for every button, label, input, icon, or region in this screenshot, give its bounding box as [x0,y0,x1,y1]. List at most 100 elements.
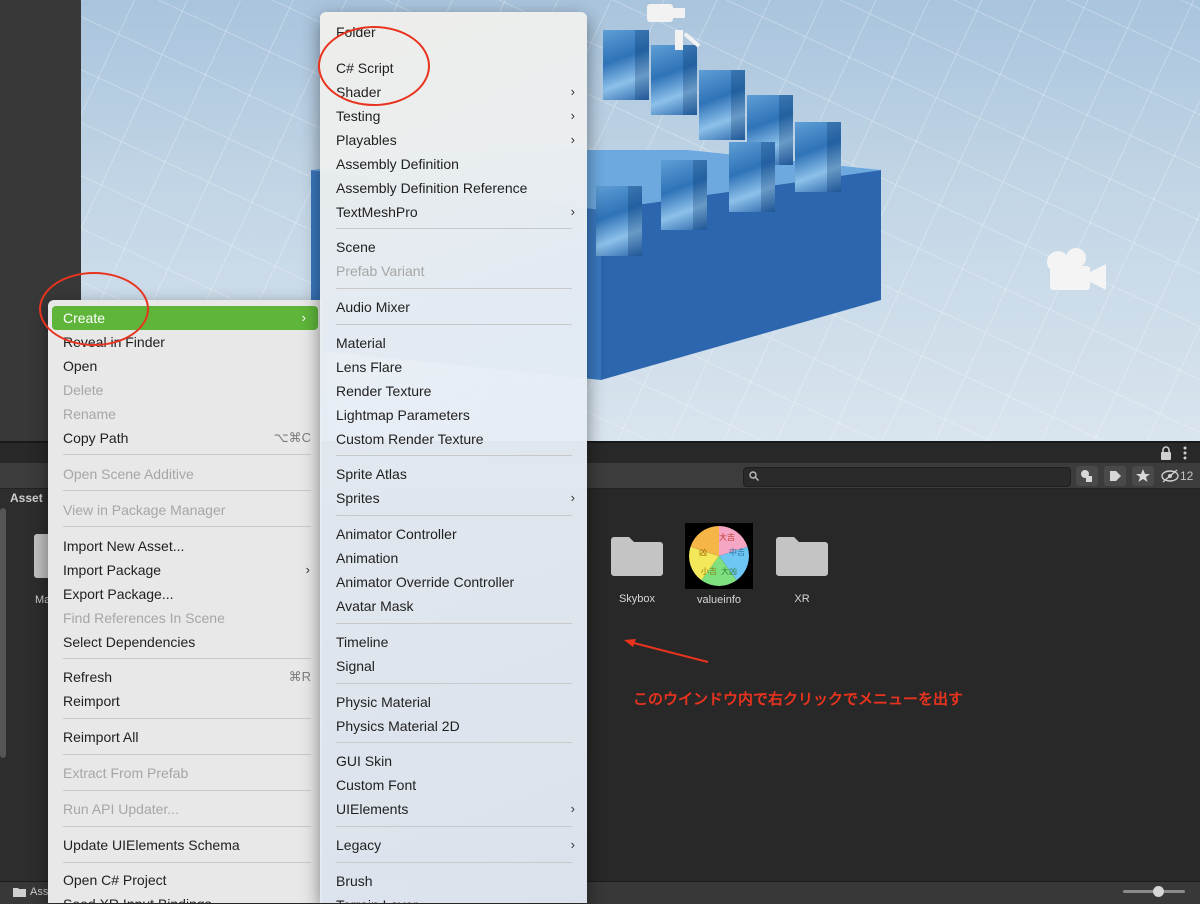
filter-by-label-button[interactable] [1104,466,1126,486]
breadcrumb[interactable]: Ass [30,886,48,898]
scene-cube [661,160,707,230]
create-submenu-item-assembly-definition-reference[interactable]: Assembly Definition Reference [320,176,587,200]
create-submenu-item-custom-render-texture[interactable]: Custom Render Texture [320,427,587,451]
create-submenu-item-custom-font[interactable]: Custom Font [320,773,587,797]
scene-cube [795,122,841,192]
create-submenu-item-signal[interactable]: Signal [320,654,587,678]
context-menu-item-label: Find References In Scene [63,610,225,626]
filter-by-type-button[interactable] [1076,466,1098,486]
context-menu-item-reimport-all[interactable]: Reimport All [48,725,322,749]
context-menu-item-import-package[interactable]: Import Package › [48,558,322,582]
create-submenu-item-label: Assembly Definition Reference [336,180,528,196]
create-submenu-item-textmeshpro[interactable]: TextMeshPro › [320,200,587,224]
asset-item-xr[interactable]: XR [762,534,842,605]
create-submenu-item-audio-mixer[interactable]: Audio Mixer [320,295,587,319]
create-submenu-item-brush[interactable]: Brush [320,869,587,893]
create-submenu-item-scene[interactable]: Scene [320,235,587,259]
asset-label: XR [794,593,810,605]
create-submenu-item-physic-material[interactable]: Physic Material [320,690,587,714]
create-submenu-item-gui-skin[interactable]: GUI Skin [320,749,587,773]
light-gizmo-icon[interactable] [641,0,707,52]
asset-item-skybox[interactable]: Skybox [597,534,677,605]
context-menu-item-label: Open C# Project [63,872,167,888]
menu-separator [63,826,311,827]
create-submenu-item-label: Prefab Variant [336,263,425,279]
chevron-right-icon: › [570,108,575,123]
search-icon [749,471,759,481]
context-menu-item-copy-path[interactable]: Copy Path ⌥⌘C [48,426,322,450]
lock-icon[interactable] [1160,446,1172,460]
favorite-button[interactable] [1132,466,1154,486]
folder-icon [13,888,26,897]
context-menu-item-open-scene-additive: Open Scene Additive [48,462,322,486]
create-submenu-item-physics-material-2d[interactable]: Physics Material 2D [320,714,587,738]
scene-cube [596,186,642,256]
menu-separator [336,742,572,743]
shortcut-label: ⌥⌘C [273,430,311,445]
context-menu-item-refresh[interactable]: Refresh ⌘R [48,665,322,689]
create-submenu-item-testing[interactable]: Testing › [320,104,587,128]
create-submenu-item-sprite-atlas[interactable]: Sprite Atlas [320,462,587,486]
context-menu-item-select-dependencies[interactable]: Select Dependencies [48,630,322,654]
create-submenu-item-lightmap-parameters[interactable]: Lightmap Parameters [320,403,587,427]
create-submenu-item-timeline[interactable]: Timeline [320,630,587,654]
context-menu-item-label: Update UIElements Schema [63,837,240,853]
menu-separator [336,826,572,827]
create-submenu-item-label: Playables [336,132,397,148]
create-submenu-item-terrain-layer[interactable]: Terrain Layer [320,893,587,903]
create-submenu-item-uielements[interactable]: UIElements › [320,797,587,821]
context-menu-item-seed-xr-input-bindings[interactable]: Seed XR Input Bindings [48,892,322,903]
create-submenu-item-sprites[interactable]: Sprites › [320,486,587,510]
context-menu-item-label: Refresh [63,669,113,685]
folder-tree-scrollbar[interactable] [0,508,6,758]
menu-separator [63,658,311,659]
context-menu-item-export-package[interactable]: Export Package... [48,582,322,606]
context-menu-item-reimport[interactable]: Reimport [48,689,322,713]
scene-cube [729,142,775,212]
create-submenu-item-avatar-mask[interactable]: Avatar Mask [320,594,587,618]
create-submenu: Folder C# Script Shader › Testing › Playables ›… [320,12,587,903]
create-submenu-item-playables[interactable]: Playables › [320,128,587,152]
scene-cube [699,70,745,140]
menu-separator [63,790,311,791]
context-menu-item-import-new-asset[interactable]: Import New Asset... [48,534,322,558]
annotation-text: このウインドウ内で右クリックでメニューを出す [633,691,964,708]
context-menu-item-find-references-in-scene: Find References In Scene [48,606,322,630]
context-menu-item-label: Run API Updater... [63,801,179,817]
asset-item-valueinfo[interactable]: 大吉 中吉 大凶 小吉 凶 valueinfo [679,523,759,606]
create-submenu-item-label: Timeline [336,634,389,650]
hidden-eye-icon[interactable] [1160,468,1180,484]
menu-separator [63,526,311,527]
menu-separator [63,490,311,491]
create-submenu-item-animator-controller[interactable]: Animator Controller [320,522,587,546]
context-menu-item-label: Rename [63,406,116,422]
create-submenu-item-legacy[interactable]: Legacy › [320,833,587,857]
context-menu-item-open-c-project[interactable]: Open C# Project [48,868,322,892]
context-menu-item-label: Import Package [63,562,162,578]
folder-icon[interactable] [34,534,48,578]
chevron-right-icon: › [570,204,575,219]
context-menu-item-open[interactable]: Open [48,354,322,378]
camera-gizmo-icon[interactable] [1042,244,1108,294]
create-submenu-item-material[interactable]: Material [320,331,587,355]
chevron-right-icon: › [570,801,575,816]
create-submenu-item-render-texture[interactable]: Render Texture [320,379,587,403]
create-submenu-item-prefab-variant: Prefab Variant [320,259,587,283]
create-submenu-item-label: Material [336,335,386,351]
create-submenu-item-label: Signal [336,658,375,674]
context-menu-item-label: Reimport All [63,729,139,745]
icon-size-slider-handle[interactable] [1153,886,1164,897]
context-menu-item-update-uielements-schema[interactable]: Update UIElements Schema [48,833,322,857]
create-submenu-item-lens-flare[interactable]: Lens Flare [320,355,587,379]
create-submenu-item-animator-override-controller[interactable]: Animator Override Controller [320,570,587,594]
shortcut-label: ⌘R [288,669,311,684]
menu-separator [63,862,311,863]
create-submenu-item-animation[interactable]: Animation [320,546,587,570]
wheel-label: 小吉 [701,567,717,576]
more-options-icon[interactable] [1180,446,1190,460]
folder-icon [611,537,663,576]
create-submenu-item-assembly-definition[interactable]: Assembly Definition [320,152,587,176]
annotation-circle [318,26,430,106]
search-input[interactable] [743,467,1071,487]
create-submenu-item-label: Audio Mixer [336,299,410,315]
